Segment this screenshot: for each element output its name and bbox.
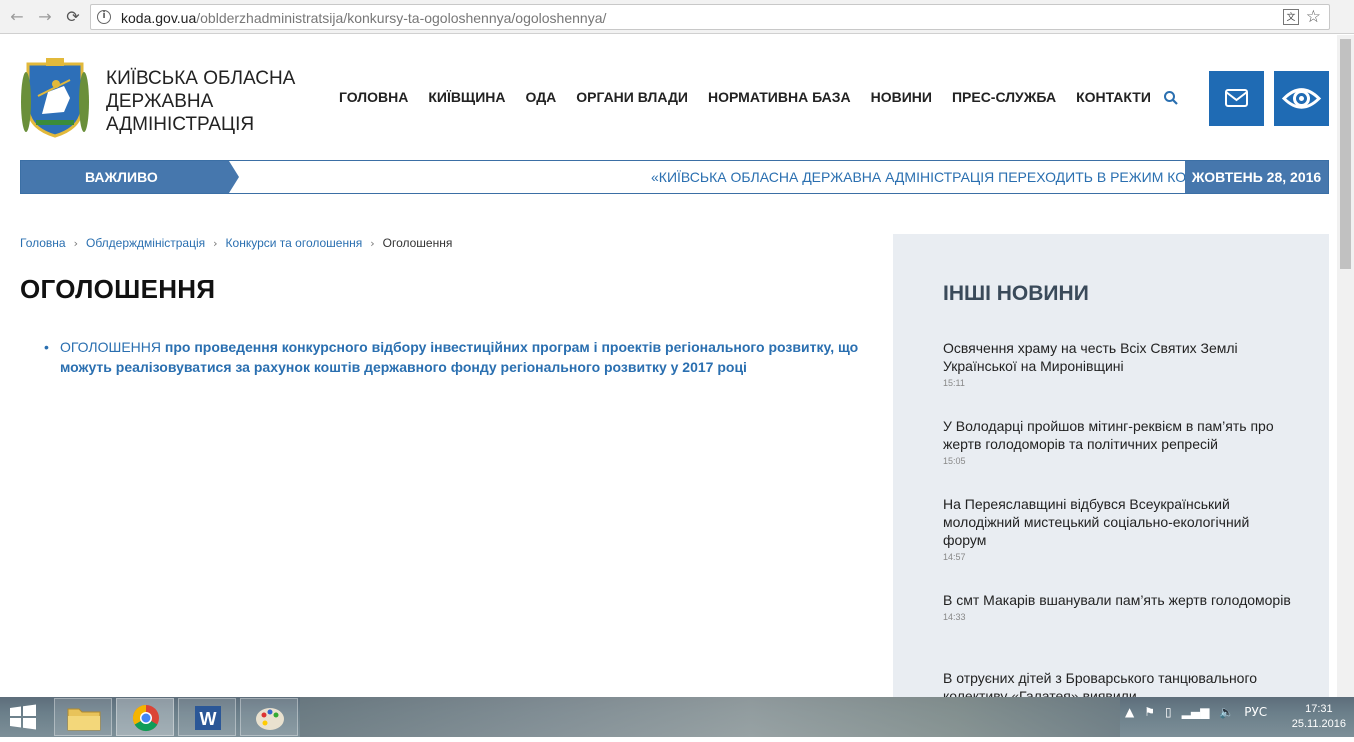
bookmark-star-icon[interactable]: ☆ — [1306, 7, 1321, 27]
translate-icon[interactable]: 文 — [1283, 9, 1299, 25]
other-news-sidebar: ІНШІ НОВИНИ Освячення храму на честь Всі… — [893, 234, 1329, 697]
sidebar-title: ІНШІ НОВИНИ — [943, 282, 1089, 305]
chrome-button[interactable] — [116, 698, 174, 736]
bullet: • — [44, 339, 49, 355]
back-button[interactable]: ← — [6, 6, 28, 28]
paint-button[interactable] — [240, 698, 298, 736]
nav-item-news[interactable]: НОВИНИ — [871, 89, 932, 105]
windows-taskbar: W ▲ ⚑ ▯ ▂▄▆ 🔈 РУС 17:31 25.11.2016 — [0, 697, 1354, 737]
ticker-date: ЖОВТЕНЬ 28, 2016 — [1185, 161, 1328, 193]
nav-item-main[interactable]: ГОЛОВНА — [339, 89, 408, 105]
svg-text:W: W — [200, 709, 217, 729]
forward-button[interactable]: → — [34, 6, 56, 28]
announcement-list: • ОГОЛОШЕННЯ про проведення конкурсного … — [44, 337, 864, 377]
word-icon: W — [195, 706, 221, 730]
reload-button[interactable]: ⟳ — [62, 6, 84, 28]
news-item[interactable]: На Переяславщині відбувся Всеукраїнський… — [943, 495, 1293, 562]
power-icon[interactable]: ▯ — [1165, 705, 1172, 719]
eye-icon — [1281, 88, 1322, 109]
announcement-link[interactable]: про проведення конкурсного відбору інвес… — [60, 339, 858, 375]
envelope-icon — [1225, 89, 1248, 107]
folder-icon — [67, 708, 101, 731]
search-icon[interactable] — [1163, 90, 1179, 106]
coat-of-arms-logo[interactable] — [20, 56, 90, 140]
org-name-line2: ДЕРЖАВНА — [106, 91, 214, 112]
nav-item-press[interactable]: ПРЕС-СЛУЖБА — [952, 89, 1056, 105]
news-item[interactable]: Освячення храму на честь Всіх Святих Зем… — [943, 339, 1293, 388]
news-item[interactable]: У Володарці пройшов мітинг-реквієм в пам… — [943, 417, 1293, 466]
volume-icon[interactable]: 🔈 — [1219, 705, 1234, 719]
network-signal-icon[interactable]: ▂▄▆ — [1182, 705, 1210, 719]
news-time: 15:05 — [943, 456, 966, 466]
url-text[interactable]: koda.gov.ua/oblderzhadministratsija/konk… — [121, 10, 606, 26]
chrome-icon — [132, 704, 159, 732]
page-title: ОГОЛОШЕННЯ — [20, 274, 216, 304]
news-title[interactable]: У Володарці пройшов мітинг-реквієм в пам… — [943, 417, 1293, 453]
org-name-line3: АДМІНІСТРАЦІЯ — [106, 114, 255, 135]
windows-start-icon[interactable] — [8, 704, 38, 730]
palette-icon — [256, 708, 284, 730]
ticker-label: ВАЖЛИВО — [21, 161, 229, 193]
nav-item-oda[interactable]: ОДА — [525, 89, 556, 105]
language-indicator[interactable]: РУС — [1244, 705, 1267, 719]
clock-time: 17:31 — [1305, 703, 1333, 715]
news-time: 14:57 — [943, 552, 966, 562]
nav-item-regulations[interactable]: НОРМАТИВНА БАЗА — [708, 89, 851, 105]
breadcrumb-current: Оголошення — [382, 236, 453, 250]
news-title[interactable]: На Переяславщині відбувся Всеукраїнський… — [943, 495, 1293, 549]
browser-toolbar: ← → ⟳ i koda.gov.ua/oblderzhadministrats… — [0, 0, 1354, 34]
important-ticker: ВАЖЛИВО «КИЇВСЬКА ОБЛАСНА ДЕРЖАВНА АДМІН… — [20, 160, 1329, 194]
announcement-lead[interactable]: ОГОЛОШЕННЯ — [60, 339, 161, 355]
news-time: 15:11 — [943, 378, 965, 388]
address-bar[interactable]: i koda.gov.ua/oblderzhadministratsija/ko… — [90, 4, 1330, 30]
announcement-item[interactable]: • ОГОЛОШЕННЯ про проведення конкурсного … — [44, 337, 864, 377]
news-item[interactable]: В смт Макарів вшанували пам’ять жертв го… — [943, 591, 1293, 622]
system-clock[interactable]: 17:31 25.11.2016 — [1292, 702, 1346, 732]
taskbar-wallpaper — [300, 697, 1120, 737]
breadcrumb-competitions[interactable]: Конкурси та оголошення — [226, 236, 363, 250]
nav-item-contacts[interactable]: КОНТАКТИ — [1076, 89, 1151, 105]
accessibility-button[interactable] — [1274, 71, 1329, 126]
ticker-arrow — [229, 161, 239, 193]
news-title[interactable]: В отруєних дітей з Броварського танцювал… — [943, 669, 1293, 697]
breadcrumb-separator: › — [370, 236, 375, 250]
mail-button[interactable] — [1209, 71, 1264, 126]
site-info-icon[interactable]: i — [97, 10, 111, 24]
system-tray: ▲ ⚑ ▯ ▂▄▆ 🔈 РУС — [1125, 705, 1267, 719]
breadcrumb-home[interactable]: Головна — [20, 236, 66, 250]
scrollbar-thumb[interactable] — [1340, 39, 1351, 269]
news-item[interactable]: В отруєних дітей з Броварського танцювал… — [943, 669, 1293, 697]
org-name-line1: КИЇВСЬКА ОБЛАСНА — [106, 68, 296, 89]
clock-date: 25.11.2016 — [1291, 718, 1346, 730]
ticker-headline[interactable]: «КИЇВСЬКА ОБЛАСНА ДЕРЖАВНА АДМІНІСТРАЦІЯ… — [651, 161, 1186, 193]
news-time: 14:33 — [943, 612, 966, 622]
nav-item-authorities[interactable]: ОРГАНИ ВЛАДИ — [576, 89, 688, 105]
show-hidden-icons-icon[interactable]: ▲ — [1125, 705, 1134, 719]
news-title[interactable]: Освячення храму на честь Всіх Святих Зем… — [943, 339, 1293, 375]
page-scrollbar[interactable] — [1337, 35, 1354, 697]
breadcrumb-administration[interactable]: Облдерждміністрація — [86, 236, 205, 250]
nav-item-kyivshchyna[interactable]: КИЇВЩИНА — [428, 89, 505, 105]
action-center-flag-icon[interactable]: ⚑ — [1144, 705, 1155, 719]
breadcrumb: Головна › Облдерждміністрація › Конкурси… — [20, 236, 452, 250]
word-button[interactable]: W — [178, 698, 236, 736]
news-title[interactable]: В смт Макарів вшанували пам’ять жертв го… — [943, 591, 1293, 609]
main-navigation: ГОЛОВНА КИЇВЩИНА ОДА ОРГАНИ ВЛАДИ НОРМАТ… — [339, 89, 1171, 105]
breadcrumb-separator: › — [73, 236, 78, 250]
file-explorer-button[interactable] — [54, 698, 112, 736]
breadcrumb-separator: › — [213, 236, 218, 250]
organization-name[interactable]: КИЇВСЬКА ОБЛАСНА ДЕРЖАВНА АДМІНІСТРАЦІЯ — [106, 67, 326, 136]
